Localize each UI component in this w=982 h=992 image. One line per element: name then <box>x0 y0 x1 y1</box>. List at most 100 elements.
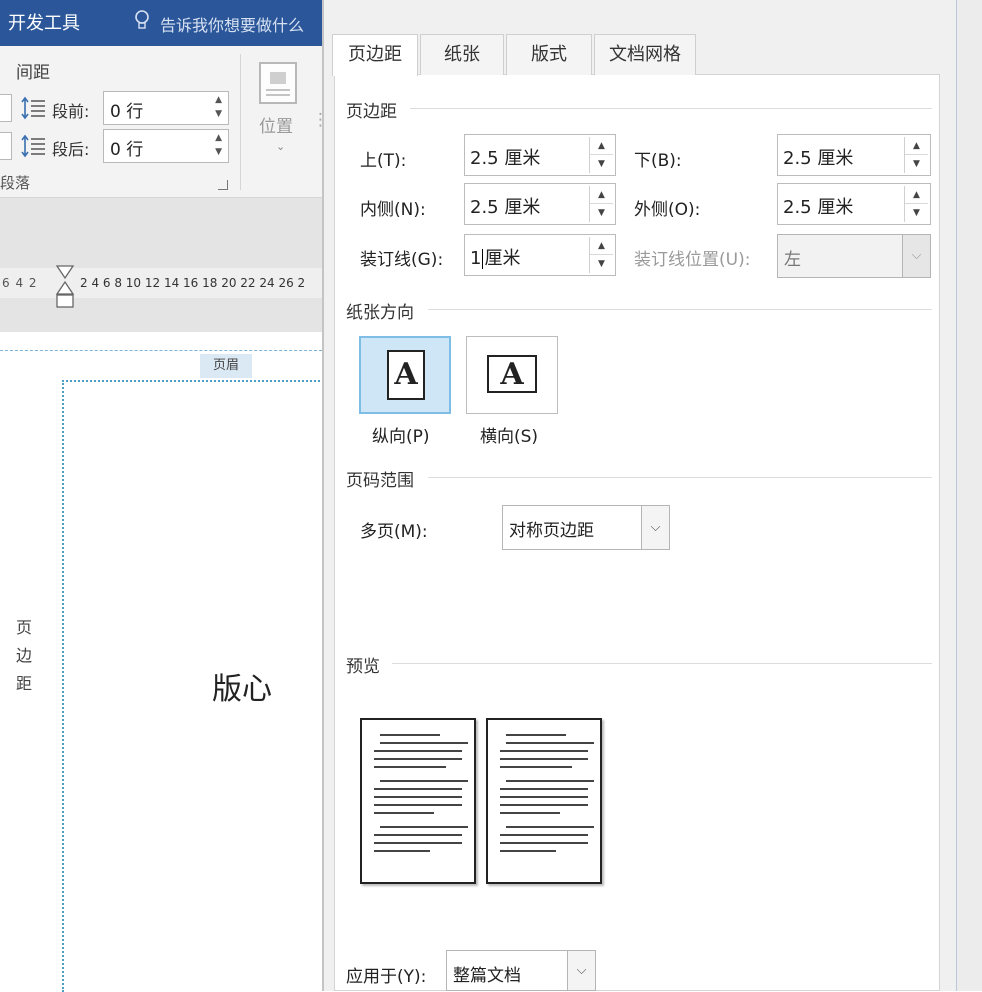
spin-down-icon[interactable]: ▼ <box>590 255 613 273</box>
spin-down-icon[interactable]: ▼ <box>590 204 613 222</box>
spin-down-icon[interactable]: ▼ <box>905 155 928 173</box>
indent-marker-icon[interactable] <box>55 264 75 310</box>
preview-text-line <box>380 780 468 782</box>
preview-text-line <box>374 812 434 814</box>
dialog-frame-edge <box>956 0 982 991</box>
workspace-gray <box>0 198 322 332</box>
preview-text-line <box>500 796 588 798</box>
preview-text-line <box>500 788 588 790</box>
paragraph-group-label: 段落 <box>0 174 31 192</box>
apply-to-select[interactable]: 整篇文档 ⌵ <box>446 950 596 991</box>
spin-down-icon[interactable]: ▼ <box>215 147 222 157</box>
dialog-launcher-icon[interactable] <box>218 180 228 190</box>
outside-margin-input[interactable]: 2.5 厘米 ▲ ▼ <box>777 183 931 225</box>
margin-annotation: 页边距 <box>16 618 33 693</box>
gutter-position-select[interactable]: 左 ⌵ <box>777 234 931 278</box>
spin-buttons[interactable]: ▲ ▼ <box>589 186 613 222</box>
inside-margin-label: 内侧(N): <box>360 200 426 220</box>
spin-buttons[interactable]: ▲ ▼ <box>589 137 613 173</box>
preview-text-line <box>374 842 462 844</box>
preview-text-line <box>374 766 446 768</box>
space-before-input[interactable]: 0 行 ▲ ▼ <box>103 91 229 125</box>
section-divider <box>392 663 932 664</box>
preview-text-line <box>506 734 566 736</box>
pages-section-title: 页码范围 <box>346 471 414 491</box>
multiple-pages-select[interactable]: 对称页边距 ⌵ <box>502 505 670 550</box>
preview-text-line <box>380 826 468 828</box>
preview-text-line <box>374 758 462 760</box>
inside-margin-input[interactable]: 2.5 厘米 ▲ ▼ <box>464 183 616 225</box>
landscape-label[interactable]: 横向(S) <box>480 422 538 447</box>
spin-buttons[interactable]: ▲ ▼ <box>904 137 928 173</box>
preview-text-line <box>506 826 594 828</box>
spin-down-icon[interactable]: ▼ <box>590 155 613 173</box>
type-area-annotation: 版心 <box>212 672 272 707</box>
preview-text-line <box>506 780 594 782</box>
position-icon[interactable] <box>259 62 297 104</box>
space-before-icon <box>21 96 45 120</box>
developer-tab[interactable]: 开发工具 <box>8 9 80 35</box>
preview-left-page <box>360 718 476 884</box>
space-before-value: 0 行 <box>110 102 144 122</box>
spin-up-icon[interactable]: ▲ <box>590 237 613 255</box>
spin-up-icon[interactable]: ▲ <box>215 95 222 105</box>
section-divider <box>428 309 932 310</box>
indent-spinner-stub[interactable] <box>0 94 12 122</box>
preview-text-line <box>374 834 462 836</box>
indent-spinner-stub[interactable] <box>0 132 12 160</box>
top-margin-label: 上(T): <box>360 151 407 171</box>
spin-up-icon[interactable]: ▲ <box>590 186 613 204</box>
chevron-down-icon[interactable]: ⌄ <box>276 140 285 153</box>
section-divider <box>410 108 932 109</box>
tab-margins[interactable]: 页边距 <box>332 34 418 76</box>
top-margin-input[interactable]: 2.5 厘米 ▲ ▼ <box>464 134 616 176</box>
preview-right-page <box>486 718 602 884</box>
spin-up-icon[interactable]: ▲ <box>590 137 613 155</box>
margins-section-title: 页边距 <box>346 102 397 122</box>
spacing-group-title: 间距 <box>16 63 50 83</box>
apply-to-value: 整篇文档 <box>453 966 521 986</box>
bottom-margin-label: 下(B): <box>634 151 682 171</box>
space-before-label: 段前: <box>52 102 90 121</box>
tab-paper[interactable]: 纸张 <box>420 34 504 75</box>
gutter-position-label: 装订线位置(U): <box>634 250 751 270</box>
portrait-option[interactable]: A <box>359 336 451 414</box>
section-divider <box>428 477 932 478</box>
spin-buttons[interactable]: ▲ ▼ <box>904 186 928 222</box>
ribbon-separator <box>240 54 241 190</box>
preview-text-line <box>374 750 462 752</box>
gutter-input[interactable]: 1 厘米 ▲ ▼ <box>464 234 616 276</box>
spin-down-icon[interactable]: ▼ <box>905 204 928 222</box>
chevron-down-icon[interactable]: ⌵ <box>902 235 930 277</box>
position-button-label[interactable]: 位置 <box>259 112 293 137</box>
preview-text-line <box>500 758 588 760</box>
preview-text-line <box>500 842 588 844</box>
preview-text-line <box>500 812 560 814</box>
landscape-option[interactable]: A <box>466 336 558 414</box>
ruler-left-numbers: 6 4 2 <box>2 276 38 290</box>
chevron-down-icon[interactable]: ⌵ <box>567 951 595 990</box>
tab-layout[interactable]: 版式 <box>506 34 592 75</box>
portrait-label[interactable]: 纵向(P) <box>372 422 430 447</box>
space-after-input[interactable]: 0 行 ▲ ▼ <box>103 129 229 163</box>
spin-up-icon[interactable]: ▲ <box>905 186 928 204</box>
preview-text-line <box>380 742 468 744</box>
chevron-down-icon[interactable]: ⌵ <box>641 506 669 549</box>
outside-margin-label: 外侧(O): <box>634 200 701 220</box>
spin-down-icon[interactable]: ▼ <box>215 109 222 119</box>
spin-up-icon[interactable]: ▲ <box>905 137 928 155</box>
spin-buttons[interactable]: ▲ ▼ <box>589 237 613 273</box>
tab-document-grid[interactable]: 文档网格 <box>594 34 696 75</box>
header-tag[interactable]: 页眉 <box>200 354 252 378</box>
preview-text-line <box>374 850 430 852</box>
text-boundary-guide <box>62 380 324 992</box>
ruler-numbers: 2 4 6 8 10 12 14 16 18 20 22 24 26 2 <box>80 276 306 290</box>
bottom-margin-input[interactable]: 2.5 厘米 ▲ ▼ <box>777 134 931 176</box>
preview-text-line <box>500 750 588 752</box>
portrait-page-icon: A <box>387 350 425 400</box>
gutter-label: 装订线(G): <box>360 250 444 270</box>
tell-me-search[interactable]: 告诉我你想要做什么 <box>160 12 304 36</box>
landscape-page-icon: A <box>487 355 537 393</box>
spin-up-icon[interactable]: ▲ <box>215 133 222 143</box>
gutter-value-number: 1 <box>470 248 482 269</box>
